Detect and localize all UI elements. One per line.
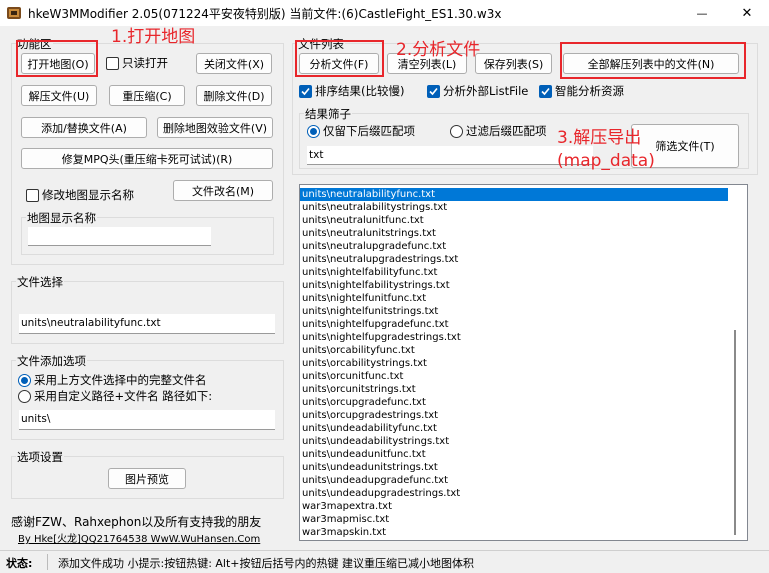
annotation-step1: 1.打开地图 <box>111 27 196 47</box>
smart-analyze-label: 智能分析资源 <box>555 84 624 98</box>
keep-suffix-label: 仅留下后缀匹配项 <box>323 124 415 138</box>
list-item[interactable]: units\neutralunitfunc.txt <box>300 214 728 227</box>
status-label: 状态: <box>6 557 33 570</box>
read-only-label: 只读打开 <box>122 56 168 70</box>
list-item[interactable]: war3mapskin.txt <box>300 526 728 539</box>
save-list-button[interactable]: 保存列表(S) <box>475 53 552 74</box>
status-text: 添加文件成功 小提示:按钮热键: Alt+按钮后括号内的热键 建议重压缩已减小地… <box>58 557 475 570</box>
list-item[interactable]: units\undeadabilitystrings.txt <box>300 435 728 448</box>
annotation-box-analyze <box>295 40 384 77</box>
file-select-input[interactable]: units\neutralabilityfunc.txt <box>19 314 275 334</box>
smart-analyze-checkbox[interactable]: 智能分析资源 <box>539 83 624 99</box>
list-item[interactable]: units\undeadabilityfunc.txt <box>300 422 728 435</box>
annotation-step2: 2.分析文件 <box>396 40 481 60</box>
keep-suffix-radio[interactable]: 仅留下后缀匹配项 <box>307 123 415 139</box>
list-item[interactable]: units\orcupgradestrings.txt <box>300 409 728 422</box>
use-custom-path-label: 采用自定义路径+文件名 路径如下: <box>34 389 213 403</box>
map-name-label: 地图显示名称 <box>26 210 97 226</box>
list-item[interactable]: units\neutralabilitystrings.txt <box>300 201 728 214</box>
annotation-step3-sub: (map_data) <box>557 151 655 171</box>
minimize-icon: — <box>696 6 708 20</box>
list-item[interactable]: units\orcabilitystrings.txt <box>300 357 728 370</box>
option-settings-label: 选项设置 <box>16 449 64 465</box>
file-select-label: 文件选择 <box>16 274 64 290</box>
list-item[interactable]: units\orcabilityfunc.txt <box>300 344 728 357</box>
custom-path-input[interactable]: units\ <box>19 410 275 430</box>
app-icon <box>6 5 22 21</box>
list-item[interactable]: units\undeadunitfunc.txt <box>300 448 728 461</box>
filter-suffix-radio[interactable]: 过滤后缀匹配项 <box>450 123 547 139</box>
list-item[interactable]: units\nightelfunitfunc.txt <box>300 292 728 305</box>
list-item[interactable]: units\orcunitstrings.txt <box>300 383 728 396</box>
analyze-external-listfile-checkbox[interactable]: 分析外部ListFile <box>427 83 528 99</box>
checkbox-box <box>427 84 440 98</box>
file-listbox[interactable]: units\neutralabilityfunc.txt units\neutra… <box>299 184 748 541</box>
list-item[interactable]: war3mapmisc.txt <box>300 513 728 526</box>
sort-results-checkbox[interactable]: 排序结果(比较慢) <box>299 83 404 99</box>
radio-dot <box>18 373 31 387</box>
file-select-group <box>11 281 284 344</box>
sort-results-label: 排序结果(比较慢) <box>315 84 405 98</box>
list-item[interactable]: units\undeadunitstrings.txt <box>300 461 728 474</box>
list-item[interactable]: units\neutralunitstrings.txt <box>300 227 728 240</box>
list-item[interactable]: units\nightelfabilitystrings.txt <box>300 279 728 292</box>
map-name-input[interactable] <box>28 227 211 246</box>
author-link[interactable]: By Hke[火龙]QQ21764538 WwW.WuHansen.Com <box>18 530 260 545</box>
close-window-button[interactable]: ✕ <box>725 0 769 26</box>
listbox-scrollbar[interactable] <box>734 330 736 535</box>
list-item[interactable]: units\neutralupgradestrings.txt <box>300 253 728 266</box>
window-title: hkeW3MModifier 2.05(071224平安夜特别版) 当前文件:(… <box>28 7 502 21</box>
read-only-checkbox[interactable]: 只读打开 <box>106 55 168 71</box>
close-file-button[interactable]: 关闭文件(X) <box>196 53 272 74</box>
checkbox-box <box>539 84 552 98</box>
minimize-button[interactable]: — <box>680 0 724 26</box>
modify-map-name-label: 修改地图显示名称 <box>42 188 134 202</box>
list-item[interactable]: units\neutralupgradefunc.txt <box>300 240 728 253</box>
modify-map-name-checkbox[interactable]: 修改地图显示名称 <box>26 187 134 203</box>
list-item[interactable]: units\nightelfupgradefunc.txt <box>300 318 728 331</box>
delete-file-button[interactable]: 删除文件(D) <box>196 85 272 106</box>
checkbox-box <box>106 56 119 70</box>
recompress-button[interactable]: 重压缩(C) <box>109 85 185 106</box>
credits-text: 感谢FZW、Rahxephon以及所有支持我的朋友 <box>11 515 262 529</box>
list-item[interactable]: units\undeadupgradefunc.txt <box>300 474 728 487</box>
use-custom-path-radio[interactable]: 采用自定义路径+文件名 路径如下: <box>18 388 212 404</box>
image-preview-button[interactable]: 图片预览 <box>108 468 186 489</box>
rename-file-button[interactable]: 文件改名(M) <box>173 180 273 201</box>
filter-input[interactable]: txt <box>307 146 593 165</box>
radio-dot <box>450 124 463 138</box>
list-item[interactable]: units\neutralabilityfunc.txt <box>300 188 728 201</box>
use-full-name-label: 采用上方文件选择中的完整文件名 <box>34 373 207 387</box>
list-item[interactable]: units\orcunitfunc.txt <box>300 370 728 383</box>
annotation-step3: 3.解压导出 <box>557 128 642 148</box>
list-item[interactable]: units\nightelfunitstrings.txt <box>300 305 728 318</box>
add-options-label: 文件添加选项 <box>16 353 87 369</box>
list-item[interactable]: units\orcupgradefunc.txt <box>300 396 728 409</box>
list-item[interactable]: units\nightelfupgradestrings.txt <box>300 331 728 344</box>
delete-verify-file-button[interactable]: 删除地图效验文件(V) <box>157 117 273 138</box>
repair-mpq-button[interactable]: 修复MPQ头(重压缩卡死可试试)(R) <box>21 148 273 169</box>
close-icon: ✕ <box>741 5 753 21</box>
annotation-box-extract-all <box>560 42 746 79</box>
radio-dot <box>307 124 320 138</box>
checkbox-box <box>26 188 39 202</box>
list-item[interactable]: war3mapextra.txt <box>300 500 728 513</box>
use-full-name-radio[interactable]: 采用上方文件选择中的完整文件名 <box>18 372 207 388</box>
status-bar: 状态: 添加文件成功 小提示:按钮热键: Alt+按钮后括号内的热键 建议重压缩… <box>0 550 769 573</box>
file-list-items: units\neutralabilityfunc.txt units\neutra… <box>300 185 747 539</box>
filter-suffix-label: 过滤后缀匹配项 <box>466 124 547 138</box>
add-replace-file-button[interactable]: 添加/替换文件(A) <box>21 117 147 138</box>
filter-label: 结果筛子 <box>304 106 352 122</box>
list-item[interactable]: units\nightelfabilityfunc.txt <box>300 266 728 279</box>
analyze-external-label: 分析外部ListFile <box>443 84 529 98</box>
radio-dot <box>18 389 31 403</box>
checkbox-box <box>299 84 312 98</box>
annotation-box-open-map <box>16 40 98 77</box>
decompress-file-button[interactable]: 解压文件(U) <box>21 85 97 106</box>
list-item[interactable]: units\undeadupgradestrings.txt <box>300 487 728 500</box>
status-divider <box>47 554 48 570</box>
